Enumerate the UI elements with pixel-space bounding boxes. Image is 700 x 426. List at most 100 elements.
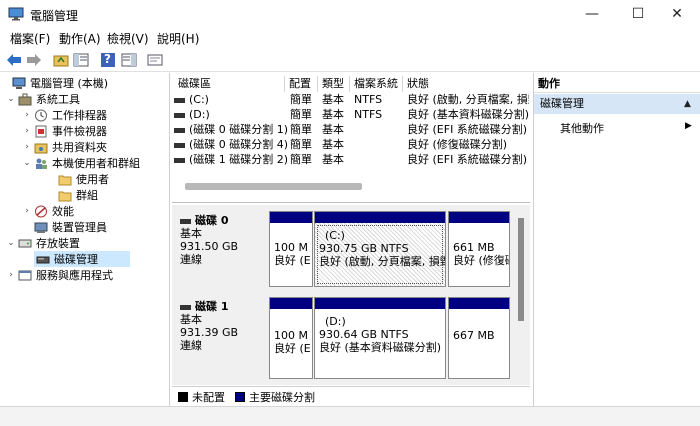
partition-disk0-4[interactable]: 661 MB良好 (修復磁: [448, 211, 510, 287]
vertical-scrollbar-thumb[interactable]: [518, 218, 524, 321]
expand-right-icon[interactable]: ▶: [685, 121, 692, 131]
chevron-right-icon[interactable]: ›: [6, 270, 16, 280]
disk-0-info[interactable]: 磁碟 0 基本 931.50 GB 連線: [174, 211, 266, 287]
cell-text: 簡單: [290, 138, 312, 151]
cell-layout: 簡單: [290, 92, 320, 107]
collapse-up-icon[interactable]: ▲: [684, 94, 691, 114]
clock-icon: [35, 109, 47, 121]
legend-primary-label: 主要磁碟分割: [249, 390, 315, 404]
performance-icon: [35, 205, 47, 217]
menu-help[interactable]: 說明(H): [157, 30, 199, 47]
partition-disk1-d[interactable]: (D:) 930.64 GB NTFS 良好 (基本資料磁碟分割): [314, 297, 446, 379]
tree-item-shared-folders[interactable]: › 共用資料夾: [22, 139, 107, 155]
cell-type: 基本: [322, 152, 352, 167]
minimize-button[interactable]: —: [569, 0, 615, 28]
chevron-right-icon[interactable]: ›: [22, 126, 32, 136]
menu-view[interactable]: 檢視(V): [107, 30, 149, 47]
show-action-pane-icon[interactable]: [120, 51, 138, 69]
column-header-layout[interactable]: 配置: [285, 76, 318, 92]
cell-filesystem: NTFS: [354, 92, 404, 107]
disk-1-info[interactable]: 磁碟 1 基本 931.39 GB 連線: [174, 297, 266, 379]
tree-item-local-users[interactable]: ⌄ 本機使用者和群組: [22, 155, 140, 171]
chevron-down-icon[interactable]: ⌄: [6, 94, 16, 104]
chevron-right-icon[interactable]: ›: [22, 110, 32, 120]
status-bar: [0, 406, 700, 426]
actions-pane: [533, 73, 700, 406]
column-header-status[interactable]: 狀態: [403, 76, 530, 92]
cell-text: 簡單: [290, 108, 312, 121]
menu-action[interactable]: 動作(A): [59, 30, 101, 47]
back-arrow-icon[interactable]: [5, 51, 23, 69]
menu-bar: [0, 28, 700, 48]
partition-size: 661 MB: [453, 241, 495, 254]
chevron-down-icon[interactable]: ⌄: [22, 158, 32, 168]
volume-icon: [174, 127, 185, 133]
tree-item-groups[interactable]: 群組: [46, 187, 98, 203]
tree-label: 群組: [76, 189, 98, 202]
partition-status: 良好 (基本資料磁碟分割): [319, 341, 442, 354]
partition-disk1-3[interactable]: 667 MB: [448, 297, 510, 379]
partition-disk1-1[interactable]: 100 M 良好 (E: [269, 297, 313, 379]
tree-item-system-tools[interactable]: ⌄ 系統工具: [6, 91, 80, 107]
partition-disk0-c[interactable]: (C:) 930.75 GB NTFS 良好 (啟動, 分頁檔案, 損毀: [314, 211, 446, 287]
forward-arrow-icon[interactable]: [25, 51, 43, 69]
tree-label: 使用者: [76, 173, 109, 186]
up-folder-icon[interactable]: [52, 51, 70, 69]
column-header-type[interactable]: 類型: [318, 76, 350, 92]
tree-item-disk-management[interactable]: 磁碟管理: [34, 251, 130, 267]
properties-icon[interactable]: [146, 51, 164, 69]
window-title: 電腦管理: [30, 9, 79, 23]
tree-label: 共用資料夾: [52, 141, 107, 154]
cell-text: 簡單: [290, 123, 312, 136]
actions-more-item[interactable]: 其他動作: [560, 120, 604, 136]
volume-icon: [174, 112, 185, 118]
tree-item-storage[interactable]: ⌄ 存放裝置: [6, 235, 80, 251]
disk-icon: [180, 304, 191, 310]
column-header-volume[interactable]: 磁碟區: [174, 76, 285, 92]
disk-icon: [180, 218, 191, 224]
cell-text: (磁碟 0 磁碟分割 4): [189, 138, 288, 151]
disk-status: 連線: [180, 253, 202, 266]
cell-filesystem: [354, 137, 404, 152]
cell-volume: (磁碟 0 磁碟分割 1): [174, 122, 288, 137]
tree-item-event-viewer[interactable]: › 事件檢視器: [22, 123, 107, 139]
cell-volume: (D:): [174, 107, 288, 122]
tree-item-performance[interactable]: › 效能: [22, 203, 74, 219]
close-button[interactable]: ✕: [654, 0, 700, 28]
partition-disk0-1[interactable]: 100 M 良好 (E: [269, 211, 313, 287]
disk-status: 連線: [180, 339, 202, 352]
tree-item-users[interactable]: 使用者: [46, 171, 109, 187]
disk-type: 基本: [180, 227, 202, 240]
legend-unallocated-swatch: [178, 391, 188, 402]
actions-header: 動作: [534, 75, 700, 93]
cell-layout: 簡單: [290, 137, 320, 152]
tree-item-services[interactable]: › 服務與應用程式: [6, 267, 113, 283]
chevron-right-icon[interactable]: ›: [22, 142, 32, 152]
column-header-filesystem[interactable]: 檔案系統: [350, 76, 403, 92]
device-manager-icon: [34, 222, 48, 233]
tree-label: 系統工具: [36, 93, 80, 106]
actions-section-disk-management[interactable]: 磁碟管理 ▲: [534, 94, 700, 114]
cell-status: 良好 (EFI 系統磁碟分割): [407, 122, 529, 137]
tree-item-root[interactable]: 電腦管理 (本機): [0, 75, 108, 91]
folder-icon: [58, 175, 72, 185]
chevron-down-icon[interactable]: ⌄: [6, 238, 16, 248]
cell-text: 良好 (啟動, 分頁檔案, 損毀: [407, 93, 529, 106]
actions-section-label: 磁碟管理: [540, 97, 584, 110]
horizontal-scrollbar[interactable]: [185, 183, 362, 190]
tree-label: 磁碟管理: [54, 253, 98, 266]
cell-layout: 簡單: [290, 122, 320, 137]
tree-item-device-manager[interactable]: 裝置管理員: [22, 219, 107, 235]
tree-label: 效能: [52, 205, 74, 218]
chevron-right-icon[interactable]: ›: [22, 206, 32, 216]
partition-size: 667 MB: [453, 329, 495, 342]
menu-file[interactable]: 檔案(F): [10, 30, 50, 47]
cell-status: 良好 (EFI 系統磁碟分割): [407, 152, 529, 167]
partition-size: 930.75 GB NTFS: [319, 242, 409, 255]
help-icon[interactable]: ?: [99, 51, 117, 69]
cell-text: 基本: [322, 93, 344, 106]
show-tree-icon[interactable]: [72, 51, 90, 69]
volume-icon: [174, 157, 185, 163]
tree-item-task-scheduler[interactable]: › 工作排程器: [22, 107, 107, 123]
cell-type: 基本: [322, 92, 352, 107]
